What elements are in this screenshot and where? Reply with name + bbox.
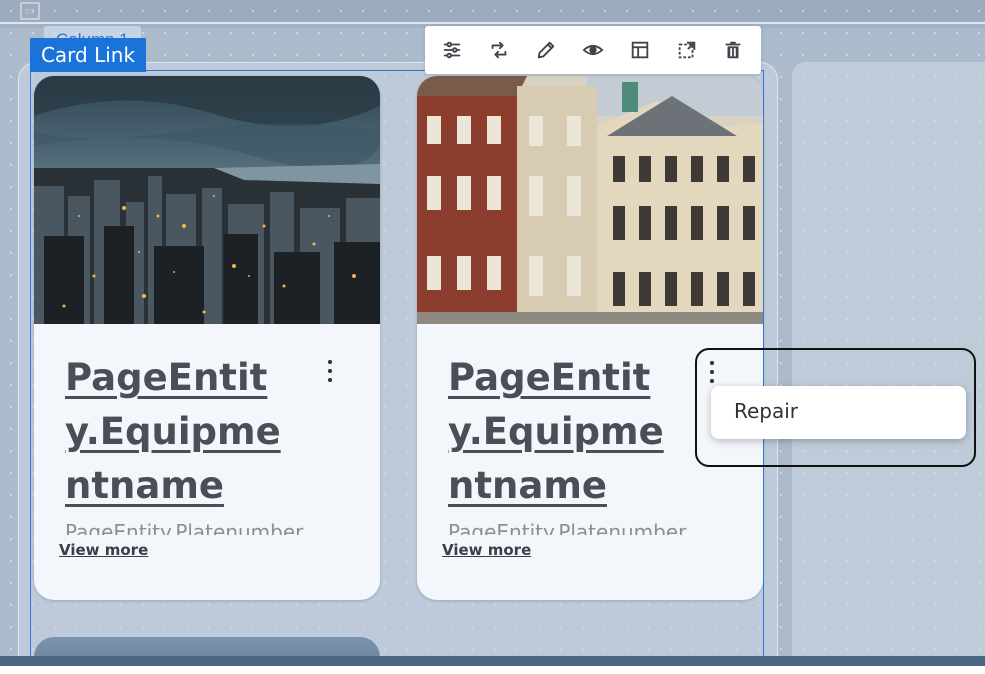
selected-component-label: Card Link [30, 38, 146, 72]
menu-item-repair[interactable]: Repair [734, 399, 798, 423]
component-icon[interactable]: ▭ [20, 2, 40, 20]
delete-icon[interactable] [718, 35, 748, 65]
edit-icon[interactable] [531, 35, 561, 65]
bottom-strip [0, 666, 985, 674]
swap-icon[interactable] [484, 35, 514, 65]
settings-icon[interactable] [437, 35, 467, 65]
canvas-top-line [0, 22, 985, 24]
detach-icon[interactable] [672, 35, 702, 65]
layout-icon[interactable] [625, 35, 655, 65]
component-toolbar [425, 26, 761, 74]
selected-component-outline [30, 70, 764, 670]
bottom-bar [0, 656, 985, 666]
canvas-top-band [0, 0, 985, 24]
preview-icon[interactable] [578, 35, 608, 65]
context-menu: Repair [711, 386, 966, 439]
